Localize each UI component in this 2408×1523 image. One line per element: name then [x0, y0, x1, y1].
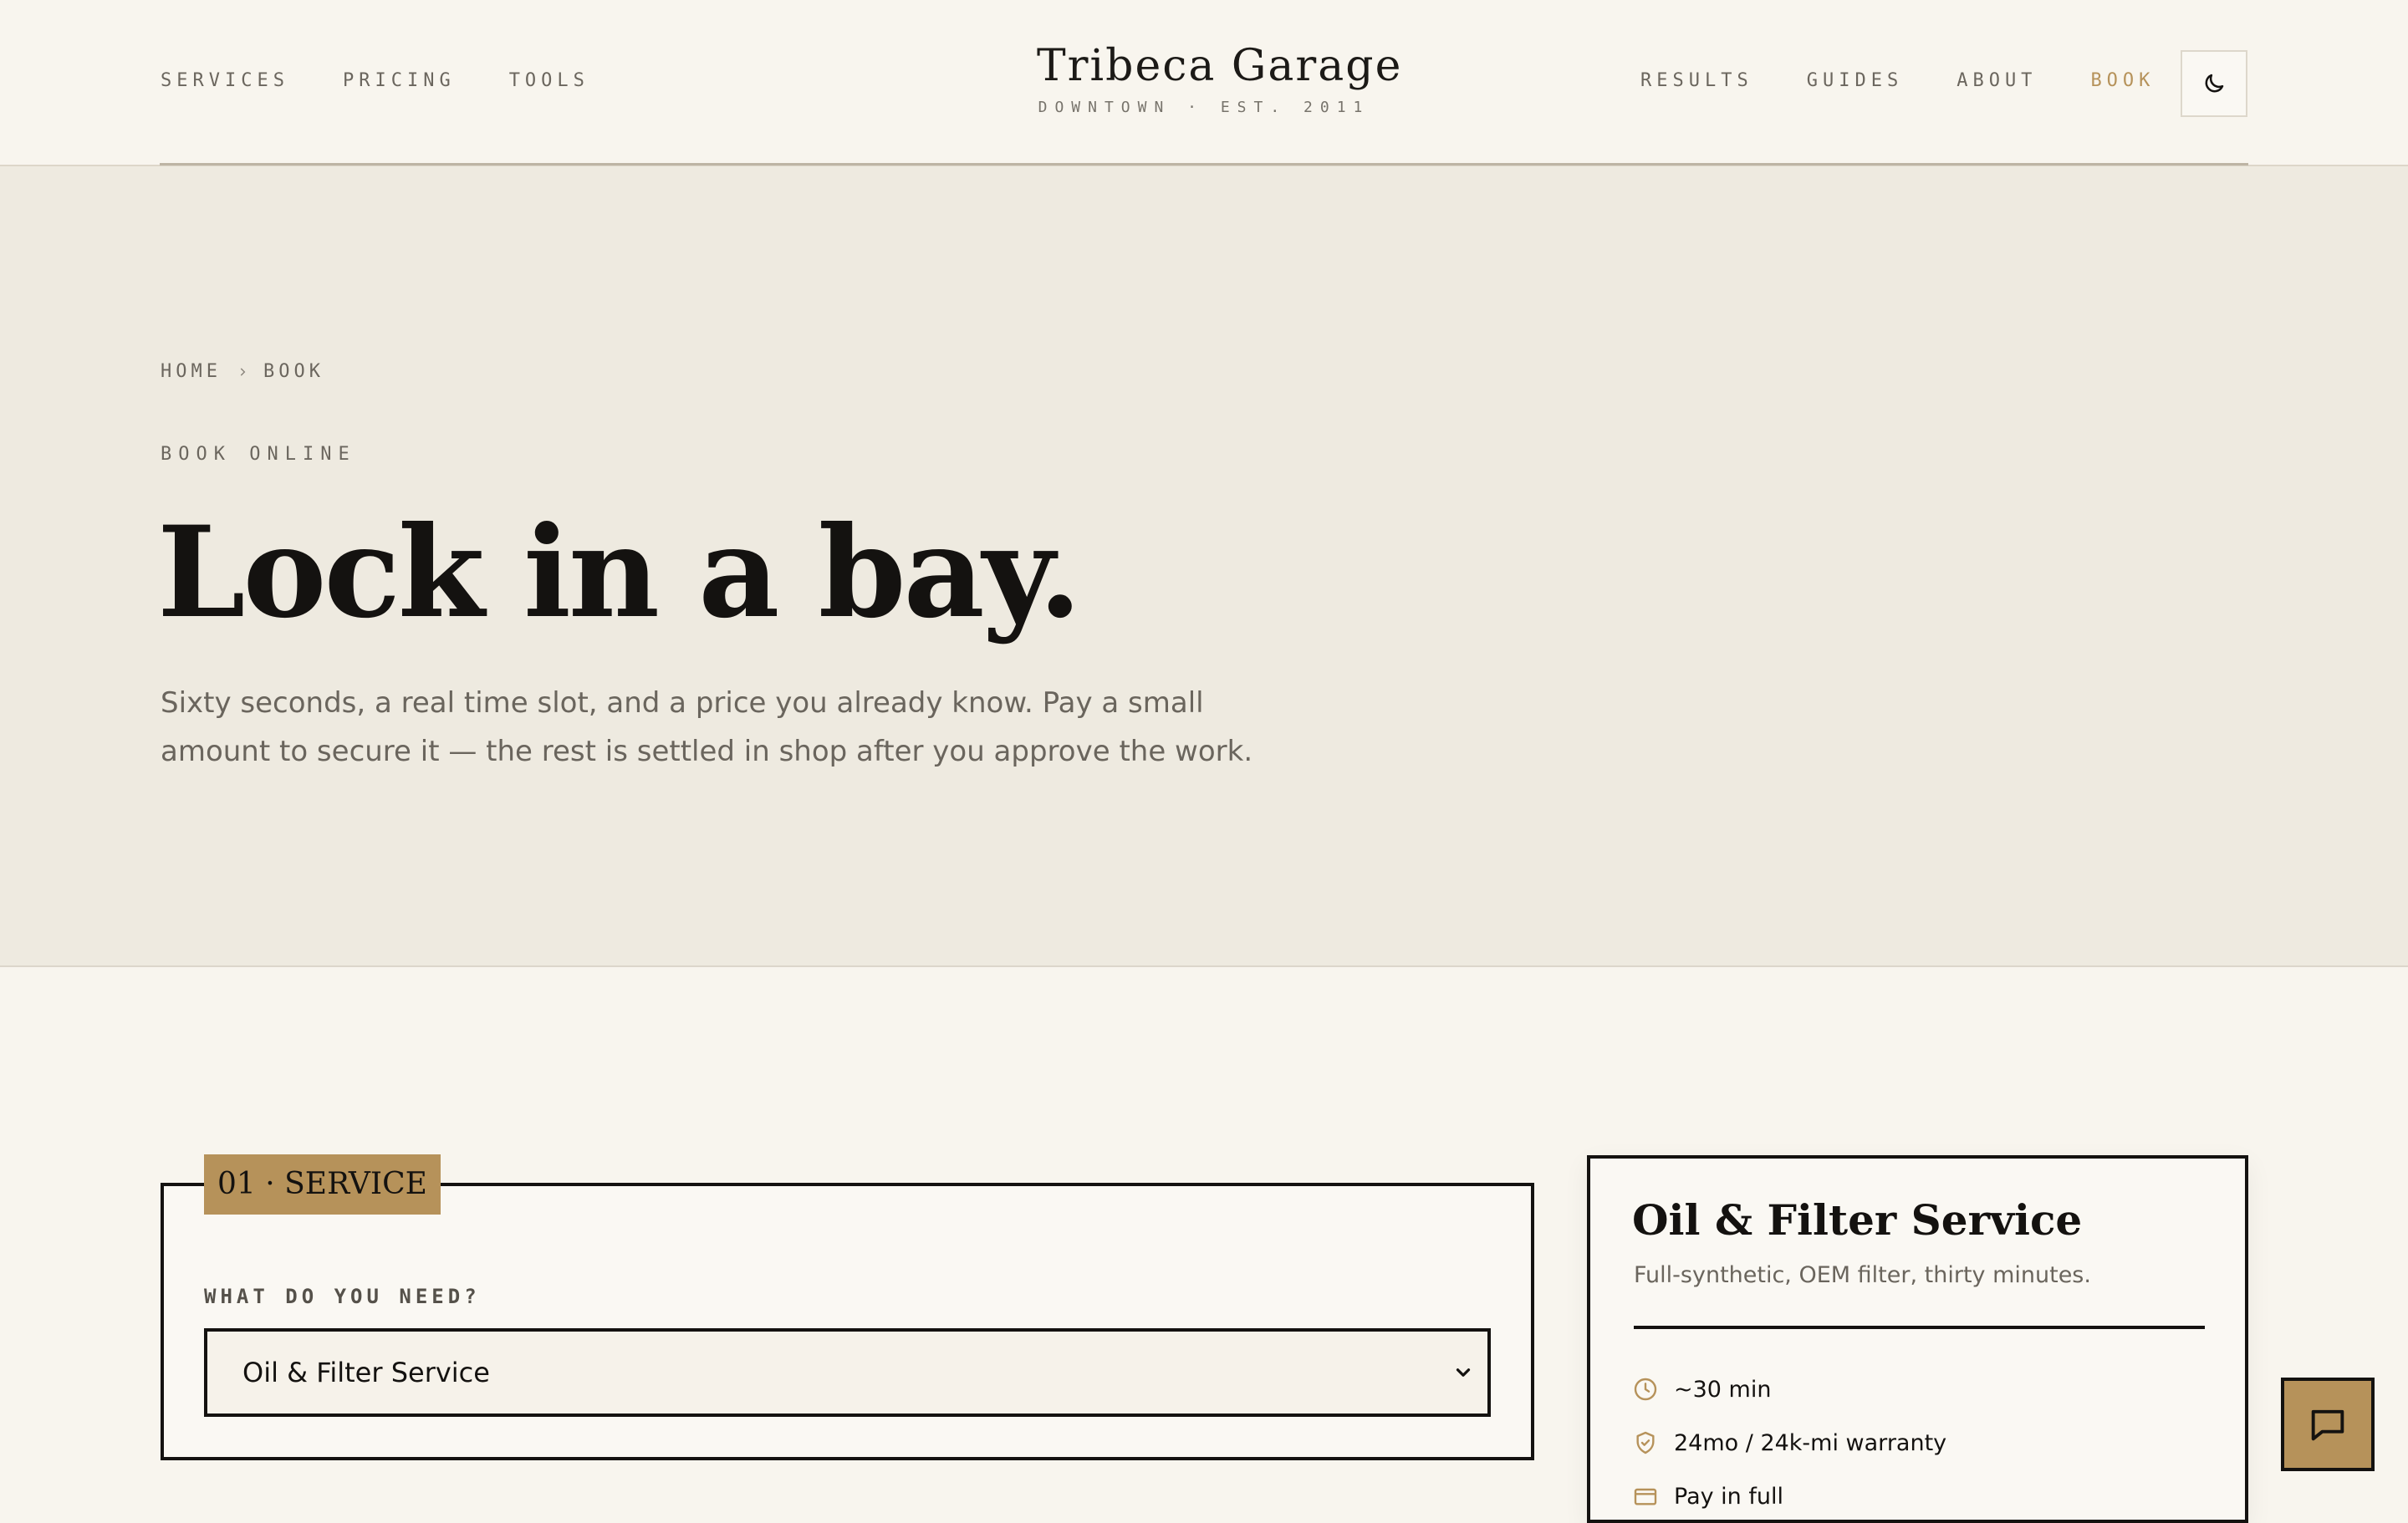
nav-link-pricing[interactable]: PRICING [343, 70, 456, 91]
clock-icon [1634, 1378, 1657, 1401]
chat-bubble-icon [2311, 1409, 2344, 1441]
chevron-down-icon [1456, 1368, 1471, 1377]
summary-item-label: ~30 min [1674, 1376, 1772, 1403]
service-select[interactable]: Oil & Filter Service [204, 1328, 1491, 1417]
primary-nav-right: RESULTS GUIDES ABOUT BOOK [1640, 70, 2155, 91]
header-divider [160, 163, 2248, 166]
breadcrumb-book[interactable]: BOOK [263, 361, 324, 382]
summary-subtitle: Full-synthetic, OEM filter, thirty minut… [1634, 1262, 2091, 1288]
primary-nav-left: SERVICES PRICING TOOLS [161, 70, 589, 91]
summary-item-duration: ~30 min [1632, 1363, 1946, 1416]
breadcrumb: HOME BOOK [161, 361, 324, 382]
site-header: SERVICES PRICING TOOLS Tribeca Garage DO… [0, 0, 2408, 166]
chevron-right-icon [240, 367, 246, 376]
summary-item-label: 24mo / 24k-mi warranty [1674, 1429, 1947, 1456]
theme-toggle-button[interactable] [2181, 50, 2247, 117]
nav-link-results[interactable]: RESULTS [1640, 70, 1753, 91]
brand-tagline: DOWNTOWN · EST. 2011 [1038, 99, 1370, 116]
nav-link-services[interactable]: SERVICES [161, 70, 289, 91]
summary-item-payment: Pay in full [1632, 1470, 1946, 1523]
credit-card-icon [1634, 1488, 1657, 1505]
breadcrumb-home[interactable]: HOME [161, 361, 222, 382]
summary-divider [1634, 1326, 2205, 1329]
service-step-tag: 01 · SERVICE [204, 1154, 441, 1215]
service-select-value: Oil & Filter Service [242, 1357, 490, 1388]
service-field-label: WHAT DO YOU NEED? [204, 1285, 481, 1308]
summary-title: Oil & Filter Service [1632, 1195, 2083, 1245]
nav-link-tools[interactable]: TOOLS [509, 70, 589, 91]
shield-check-icon [1636, 1431, 1655, 1454]
nav-link-about[interactable]: ABOUT [1956, 70, 2037, 91]
hero-section: HOME BOOK BOOK ONLINE Lock in a bay. Six… [0, 166, 2408, 967]
summary-features: ~30 min 24mo / 24k-mi warranty Pay in fu… [1632, 1363, 1946, 1523]
brand-logo[interactable]: Tribeca Garage DOWNTOWN · EST. 2011 [1037, 38, 1403, 116]
moon-icon [2205, 74, 2224, 93]
hero-subtitle: Sixty seconds, a real time slot, and a p… [161, 686, 1253, 768]
page-title: Lock in a bay. [157, 499, 1082, 646]
booking-summary-card: Oil & Filter Service Full-synthetic, OEM… [1587, 1155, 2248, 1523]
nav-link-guides[interactable]: GUIDES [1807, 70, 1903, 91]
brand-name: Tribeca Garage [1037, 41, 1403, 91]
hero-eyebrow: BOOK ONLINE [161, 444, 356, 465]
chat-button[interactable] [2281, 1378, 2375, 1471]
nav-link-book[interactable]: BOOK [2090, 70, 2155, 91]
summary-item-label: Pay in full [1674, 1483, 1783, 1510]
service-step-card [161, 1183, 1534, 1460]
summary-item-warranty: 24mo / 24k-mi warranty [1632, 1416, 1946, 1470]
